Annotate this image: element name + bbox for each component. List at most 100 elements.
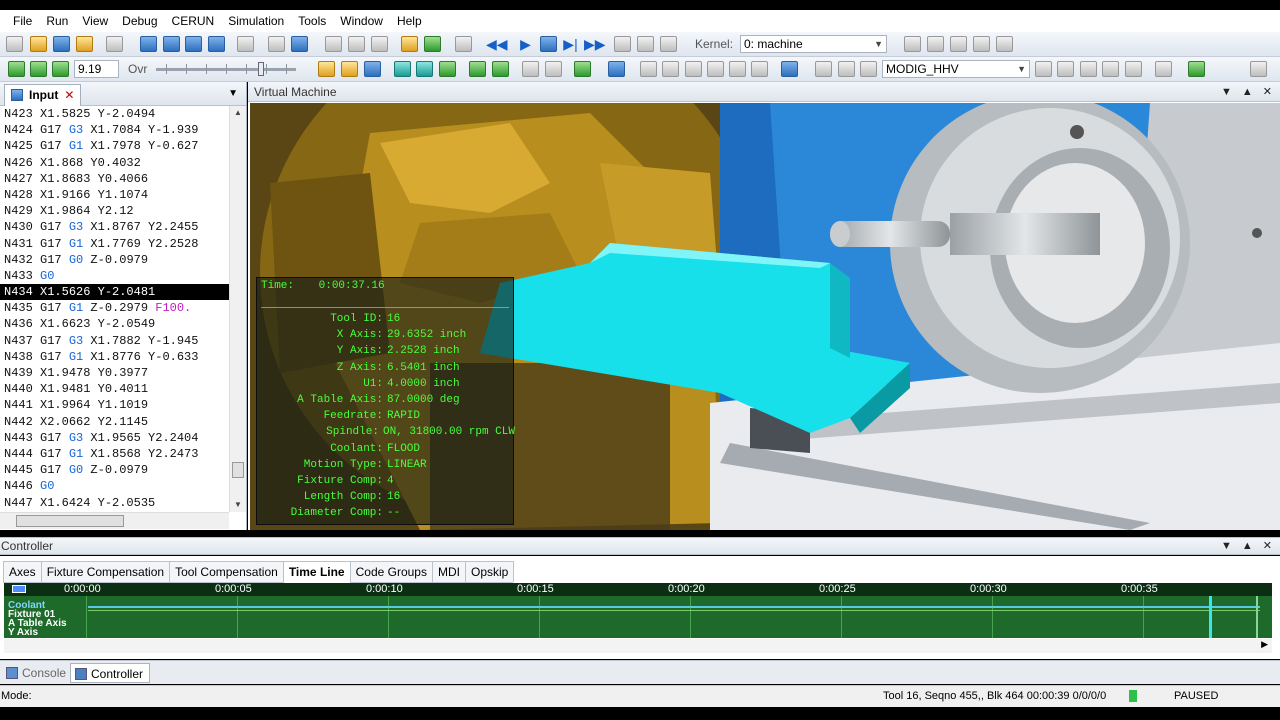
cube-view5-icon[interactable]: [729, 61, 746, 77]
part2-icon[interactable]: [492, 61, 509, 77]
vertical-scrollbar[interactable]: ▲ ▼: [229, 106, 246, 512]
code-line[interactable]: N424 G17 G3 X1.7084 Y-1.939: [0, 122, 229, 138]
cube-view-icon[interactable]: [640, 61, 657, 77]
play-icon[interactable]: ▶: [517, 36, 534, 52]
code-line[interactable]: N425 G17 G1 X1.7978 Y-0.627: [0, 138, 229, 154]
code-line[interactable]: N442 X2.0662 Y2.1145: [0, 414, 229, 430]
stock3-icon[interactable]: [439, 61, 456, 77]
sim2-icon[interactable]: [30, 61, 47, 77]
scroll-down-icon[interactable]: ▼: [234, 500, 242, 509]
menu-cerun[interactable]: CERUN: [165, 12, 222, 30]
sim3-icon[interactable]: [52, 61, 69, 77]
tab-console[interactable]: Console: [2, 663, 70, 683]
tool-holder2-icon[interactable]: [341, 61, 358, 77]
open-folder-icon[interactable]: [30, 36, 47, 52]
menu-window[interactable]: Window: [333, 12, 390, 30]
part4-icon[interactable]: [545, 61, 562, 77]
view3-icon[interactable]: [185, 36, 202, 52]
code-line[interactable]: N435 G17 G1 Z-0.2979 F100.: [0, 300, 229, 316]
code-line[interactable]: N437 G17 G3 X1.7882 Y-1.945: [0, 333, 229, 349]
time-line-view[interactable]: Coolant Fixture 01 A Table Axis Y Axis 0:00…: [4, 583, 1272, 638]
code-line[interactable]: N428 X1.9166 Y1.1074: [0, 187, 229, 203]
time-line-cursor[interactable]: [1209, 596, 1212, 638]
binoculars3-icon[interactable]: [660, 36, 677, 52]
refresh-icon[interactable]: [574, 61, 591, 77]
code-line[interactable]: N440 X1.9481 Y0.4011: [0, 381, 229, 397]
grid2-icon[interactable]: [1155, 61, 1172, 77]
3d-viewport[interactable]: Time: 0:00:37.16 Tool ID: 16 X Axis: 29.635…: [250, 103, 1280, 530]
tab-input[interactable]: Input ✕: [4, 83, 82, 106]
code-line[interactable]: N441 X1.9964 Y1.1019: [0, 397, 229, 413]
grid-icon[interactable]: [237, 36, 254, 52]
override-slider[interactable]: [156, 62, 296, 76]
menu-tools[interactable]: Tools: [291, 12, 333, 30]
code-line[interactable]: N444 G17 G1 X1.8568 Y2.2473: [0, 446, 229, 462]
axes2-icon[interactable]: [1057, 61, 1074, 77]
chevron-down-icon[interactable]: ▼: [1221, 538, 1232, 555]
sim4-icon[interactable]: [1188, 61, 1205, 77]
new-file-icon[interactable]: [6, 36, 23, 52]
menu-run[interactable]: Run: [39, 12, 75, 30]
menu-help[interactable]: Help: [390, 12, 429, 30]
code-line[interactable]: N426 X1.868 Y0.4032: [0, 155, 229, 171]
axes-icon[interactable]: [1035, 61, 1052, 77]
tab-tool-compensation[interactable]: Tool Compensation: [169, 561, 284, 582]
print-icon[interactable]: [268, 36, 285, 52]
cube-view4-icon[interactable]: [707, 61, 724, 77]
close-icon[interactable]: ✕: [1263, 82, 1272, 102]
close-icon[interactable]: ✕: [64, 88, 74, 102]
axes4-icon[interactable]: [1102, 61, 1119, 77]
window3-icon[interactable]: [371, 36, 388, 52]
network-icon[interactable]: [424, 36, 441, 52]
code-line[interactable]: N439 X1.9478 Y0.3977: [0, 365, 229, 381]
code-line[interactable]: N427 X1.8683 Y0.4066: [0, 171, 229, 187]
chevron-down-icon[interactable]: ▼: [1221, 82, 1232, 102]
menu-file[interactable]: File: [6, 12, 39, 30]
speed-input[interactable]: 9.19: [74, 60, 119, 78]
chevron-down-icon[interactable]: ▼: [228, 88, 238, 99]
axis-icon[interactable]: [815, 61, 832, 77]
tool-holder3-icon[interactable]: [364, 61, 381, 77]
scroll-right-icon[interactable]: ▶: [1261, 639, 1268, 650]
axis3-icon[interactable]: [860, 61, 877, 77]
view4-icon[interactable]: [208, 36, 225, 52]
code-line[interactable]: N446 G0: [0, 478, 229, 494]
axes5-icon[interactable]: [1125, 61, 1142, 77]
code-line[interactable]: N432 G17 G0 Z-0.0979: [0, 252, 229, 268]
axes3-icon[interactable]: [1080, 61, 1097, 77]
fit-view-icon[interactable]: [608, 61, 625, 77]
fast-forward-icon[interactable]: ▶▶: [584, 36, 606, 52]
scroll-thumb[interactable]: [232, 462, 244, 478]
kernel-select[interactable]: 0: machine ▼: [740, 35, 887, 53]
machine-select[interactable]: MODIG_HHV ▼: [882, 60, 1030, 78]
move-icon[interactable]: [781, 61, 798, 77]
tool5-icon[interactable]: [996, 36, 1013, 52]
menu-simulation[interactable]: Simulation: [221, 12, 291, 30]
code-line[interactable]: N430 G17 G3 X1.8767 Y2.2455: [0, 219, 229, 235]
tab-code-groups[interactable]: Code Groups: [349, 561, 433, 582]
clear-icon[interactable]: [76, 36, 93, 52]
cube-view6-icon[interactable]: [751, 61, 768, 77]
horizontal-scrollbar[interactable]: ▶: [4, 639, 1272, 653]
cube-view3-icon[interactable]: [685, 61, 702, 77]
sim-icon[interactable]: [8, 61, 25, 77]
scroll-thumb[interactable]: [16, 515, 124, 527]
pin-icon[interactable]: ▲: [1242, 538, 1253, 555]
tab-fixture-compensation[interactable]: Fixture Compensation: [40, 561, 171, 582]
tool-holder-icon[interactable]: [318, 61, 335, 77]
tool4-icon[interactable]: [973, 36, 990, 52]
menu-debug[interactable]: Debug: [115, 12, 164, 30]
menu-view[interactable]: View: [75, 12, 115, 30]
scroll-up-icon[interactable]: ▲: [234, 108, 242, 117]
part-icon[interactable]: [469, 61, 486, 77]
view-icon[interactable]: [140, 36, 157, 52]
step-icon[interactable]: ▶|: [562, 36, 579, 52]
axis2-icon[interactable]: [838, 61, 855, 77]
code-line[interactable]: N443 G17 G3 X1.9565 Y2.2404: [0, 430, 229, 446]
tab-opskip[interactable]: Opskip: [464, 561, 515, 582]
tab-axes[interactable]: Axes: [3, 561, 42, 582]
nc-code-list[interactable]: N423 X1.5825 Y-2.0494 N424 G17 G3 X1.7084…: [0, 106, 229, 512]
tool1-icon[interactable]: [904, 36, 921, 52]
save-icon[interactable]: [53, 36, 70, 52]
window2-icon[interactable]: [348, 36, 365, 52]
